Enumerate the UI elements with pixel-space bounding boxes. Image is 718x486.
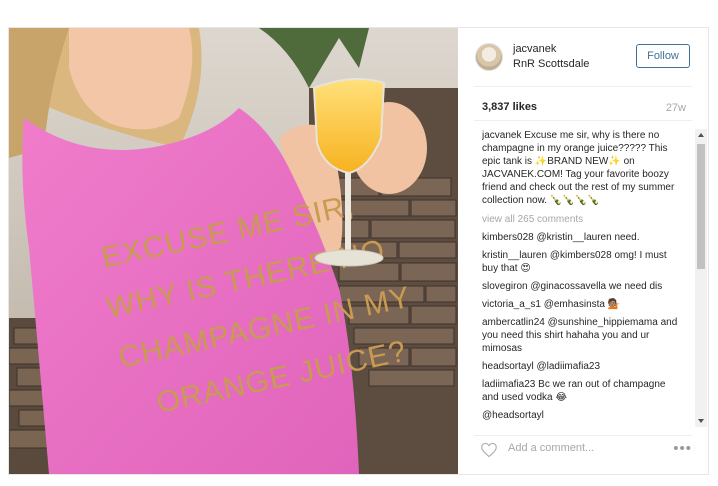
comment: headsortayl @ladiimafia23 [482,360,678,373]
heart-icon[interactable] [480,442,498,458]
comment-text: @emhasinsta 💁🏽 [543,299,621,310]
caption-user[interactable]: jacvanek [482,130,521,141]
more-options-icon[interactable]: ••• [673,440,692,457]
comment-user[interactable]: ambercatlin24 [482,317,545,328]
scroll-up-arrow-icon[interactable] [695,129,707,141]
comment-text: @ladiimafia23 [536,361,600,372]
scroll-down-arrow-icon[interactable] [695,415,707,427]
follow-button[interactable]: Follow [636,44,690,68]
comment-text: @ginacossavella we need dis [530,281,663,292]
likes-divider [474,120,692,121]
post-card: EXCUSE ME SIR, WHY IS THERE NO CHAMPAGNE… [8,27,709,475]
comment-user[interactable]: kimbers028 [482,232,534,243]
view-all-comments-link[interactable]: view all 265 comments [482,213,678,226]
comment: ambercatlin24 @sunshine_hippiemama and y… [482,316,678,355]
comment: slovegiron @ginacossavella we need dis [482,280,678,293]
comments-scrollbar[interactable] [695,129,707,427]
comment-user[interactable]: ladiimafia23 [482,379,535,390]
caption: jacvanek Excuse me sir, why is there no … [482,129,678,207]
post-side-panel: jacvanek RnR Scottsdale Follow 3,837 lik… [458,28,708,474]
post-photo-art: EXCUSE ME SIR, WHY IS THERE NO CHAMPAGNE… [9,28,458,474]
comment-user[interactable]: headsortayl [482,361,534,372]
comment-text: @headsortayl [482,410,544,421]
comment: @headsortayl [482,409,678,422]
footer-divider [474,435,692,436]
comment-user[interactable]: victoria_a_s1 [482,299,541,310]
comment-user[interactable]: slovegiron [482,281,528,292]
comments-list: jacvanek Excuse me sir, why is there no … [482,129,678,429]
caption-text: Excuse me sir, why is there no champagne… [482,130,675,206]
post-age[interactable]: 27w [666,102,686,114]
header-divider [474,86,692,87]
comment: kimbers028 @kristin__lauren need. [482,231,678,244]
scrollbar-thumb[interactable] [697,144,705,269]
comment: victoria_a_s1 @emhasinsta 💁🏽 [482,298,678,311]
comment: kristin__lauren @kimbers028 omg! I must … [482,249,678,275]
comment-user[interactable]: kristin__lauren [482,250,547,261]
post-photo[interactable]: EXCUSE ME SIR, WHY IS THERE NO CHAMPAGNE… [9,28,458,474]
comment: ladiimafia23 Bc we ran out of champagne … [482,378,678,404]
add-comment-input[interactable]: Add a comment... [508,442,594,454]
username-link[interactable]: jacvanek [513,43,556,55]
user-avatar[interactable] [475,43,503,71]
comment-text: @kristin__lauren need. [536,232,640,243]
location-link[interactable]: RnR Scottsdale [513,58,589,70]
likes-count[interactable]: 3,837 likes [482,101,537,113]
